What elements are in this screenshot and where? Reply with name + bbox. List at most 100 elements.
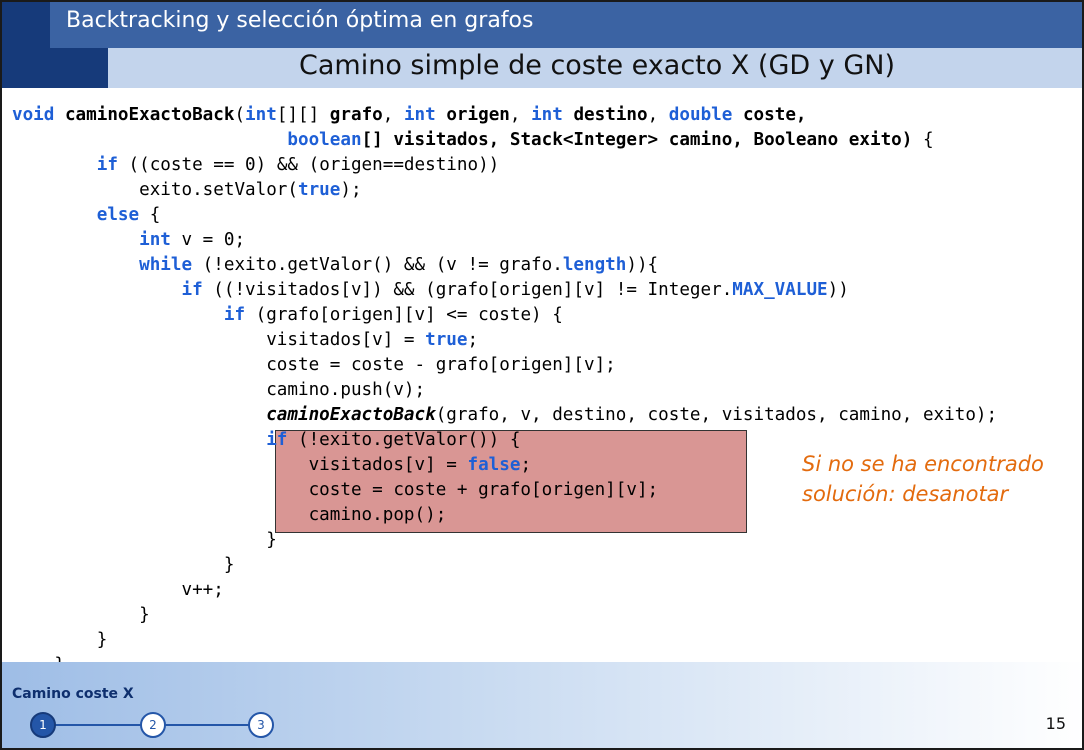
code-block: void caminoExactoBack(int[][] grafo, int… — [12, 103, 997, 678]
code-line: } — [12, 530, 277, 550]
code-line: void caminoExactoBack(int[][] grafo, int… — [12, 105, 807, 125]
code-token: { — [912, 130, 934, 150]
code-line: } — [12, 555, 235, 575]
nav-step-1[interactable]: 1 — [30, 712, 56, 738]
page-number: 15 — [1045, 714, 1066, 733]
code-line: } — [12, 605, 150, 625]
code-token: v = 0; — [170, 230, 246, 250]
code-token: (grafo, v, destino, coste, visitados, ca… — [435, 405, 998, 425]
code-token: )){ — [626, 255, 659, 275]
code-token: coste = coste + grafo[origen][v]; — [12, 480, 659, 500]
code-token: coste, — [742, 105, 807, 125]
code-keyword: true — [298, 180, 341, 200]
nav-step-3[interactable]: 3 — [248, 712, 274, 738]
code-token: (!exito.getValor() && (v != grafo. — [192, 255, 563, 275]
code-token: ); — [340, 180, 362, 200]
code-token: , — [647, 105, 669, 125]
code-token: visitados[v] = — [12, 455, 468, 475]
code-token: ( — [234, 105, 246, 125]
code-token: )) — [827, 280, 849, 300]
code-token: exito.setValor( — [12, 180, 298, 200]
code-token: (!exito.getValor()) { — [287, 430, 521, 450]
code-line: int v = 0; — [12, 230, 245, 250]
code-token: ; — [467, 330, 479, 350]
annotation-text: Si no se ha encontrado solución: desanot… — [802, 452, 1044, 506]
code-line: v++; — [12, 580, 224, 600]
slide-title: Camino simple de coste exacto X (GD y GN… — [299, 50, 895, 81]
code-keyword: if — [266, 430, 288, 450]
code-keyword: while — [139, 255, 193, 275]
code-line: coste = coste - grafo[origen][v]; — [12, 355, 616, 375]
code-line: if ((coste == 0) && (origen==destino)) — [12, 155, 500, 175]
code-line: if (grafo[origen][v] <= coste) { — [12, 305, 563, 325]
slide: Backtracking y selección óptima en grafo… — [0, 0, 1084, 750]
code-token: } — [12, 630, 108, 650]
code-token: [] visitados, Stack<Integer> camino, Boo… — [361, 130, 913, 150]
code-token: caminoExactoBack — [64, 105, 235, 125]
code-line: if ((!visitados[v]) && (grafo[origen][v]… — [12, 280, 849, 300]
code-line: } — [12, 630, 108, 650]
code-token: , — [382, 105, 404, 125]
code-keyword: int — [139, 230, 171, 250]
code-token: camino.push(v); — [12, 380, 426, 400]
section-title: Backtracking y selección óptima en grafo… — [66, 8, 534, 33]
code-token: destino — [573, 105, 648, 125]
code-token: ; — [520, 455, 532, 475]
code-keyword: int — [403, 105, 436, 125]
code-line: else { — [12, 205, 161, 225]
code-token: camino.pop(); — [12, 505, 447, 525]
code-token: ((coste == 0) && (origen==destino)) — [117, 155, 500, 175]
code-keyword: else — [96, 205, 140, 225]
code-token: caminoExactoBack — [266, 405, 436, 425]
code-line: camino.pop(); — [12, 505, 447, 525]
code-token: , — [509, 105, 532, 125]
code-keyword: int — [245, 105, 277, 125]
code-keyword: length — [562, 255, 627, 275]
code-token: ((!visitados[v]) && (grafo[origen][v] !=… — [202, 280, 733, 300]
code-token: } — [12, 555, 235, 575]
code-token: } — [12, 605, 150, 625]
code-keyword: void — [12, 105, 55, 125]
code-line: visitados[v] = true; — [12, 330, 478, 350]
code-line: if (!exito.getValor()) { — [12, 430, 520, 450]
code-line: boolean[] visitados, Stack<Integer> cami… — [12, 130, 934, 150]
code-keyword: MAX_VALUE — [732, 280, 828, 300]
footer-band — [2, 662, 1082, 748]
header-accent-block-lower — [2, 48, 108, 88]
code-line: coste = coste + grafo[origen][v]; — [12, 480, 659, 500]
code-token: } — [12, 530, 277, 550]
code-line: while (!exito.getValor() && (v != grafo.… — [12, 255, 658, 275]
code-token: (grafo[origen][v] <= coste) { — [245, 305, 563, 325]
code-token: grafo — [329, 105, 383, 125]
code-keyword: double — [668, 105, 733, 125]
code-keyword: boolean — [287, 130, 362, 150]
code-line: caminoExactoBack(grafo, v, destino, cost… — [12, 405, 997, 425]
code-keyword: true — [425, 330, 468, 350]
code-token: [][] — [276, 105, 330, 125]
code-token: { — [139, 205, 161, 225]
code-token: coste = coste - grafo[origen][v]; — [12, 355, 616, 375]
code-keyword: int — [531, 105, 563, 125]
code-line: camino.push(v); — [12, 380, 425, 400]
code-line: exito.setValor(true); — [12, 180, 362, 200]
code-line: visitados[v] = false; — [12, 455, 531, 475]
code-token: visitados[v] = — [12, 330, 426, 350]
code-keyword: false — [467, 455, 521, 475]
nav-step-2[interactable]: 2 — [140, 712, 166, 738]
code-keyword: if — [96, 155, 118, 175]
code-keyword: if — [181, 280, 203, 300]
code-token: v++; — [12, 580, 224, 600]
